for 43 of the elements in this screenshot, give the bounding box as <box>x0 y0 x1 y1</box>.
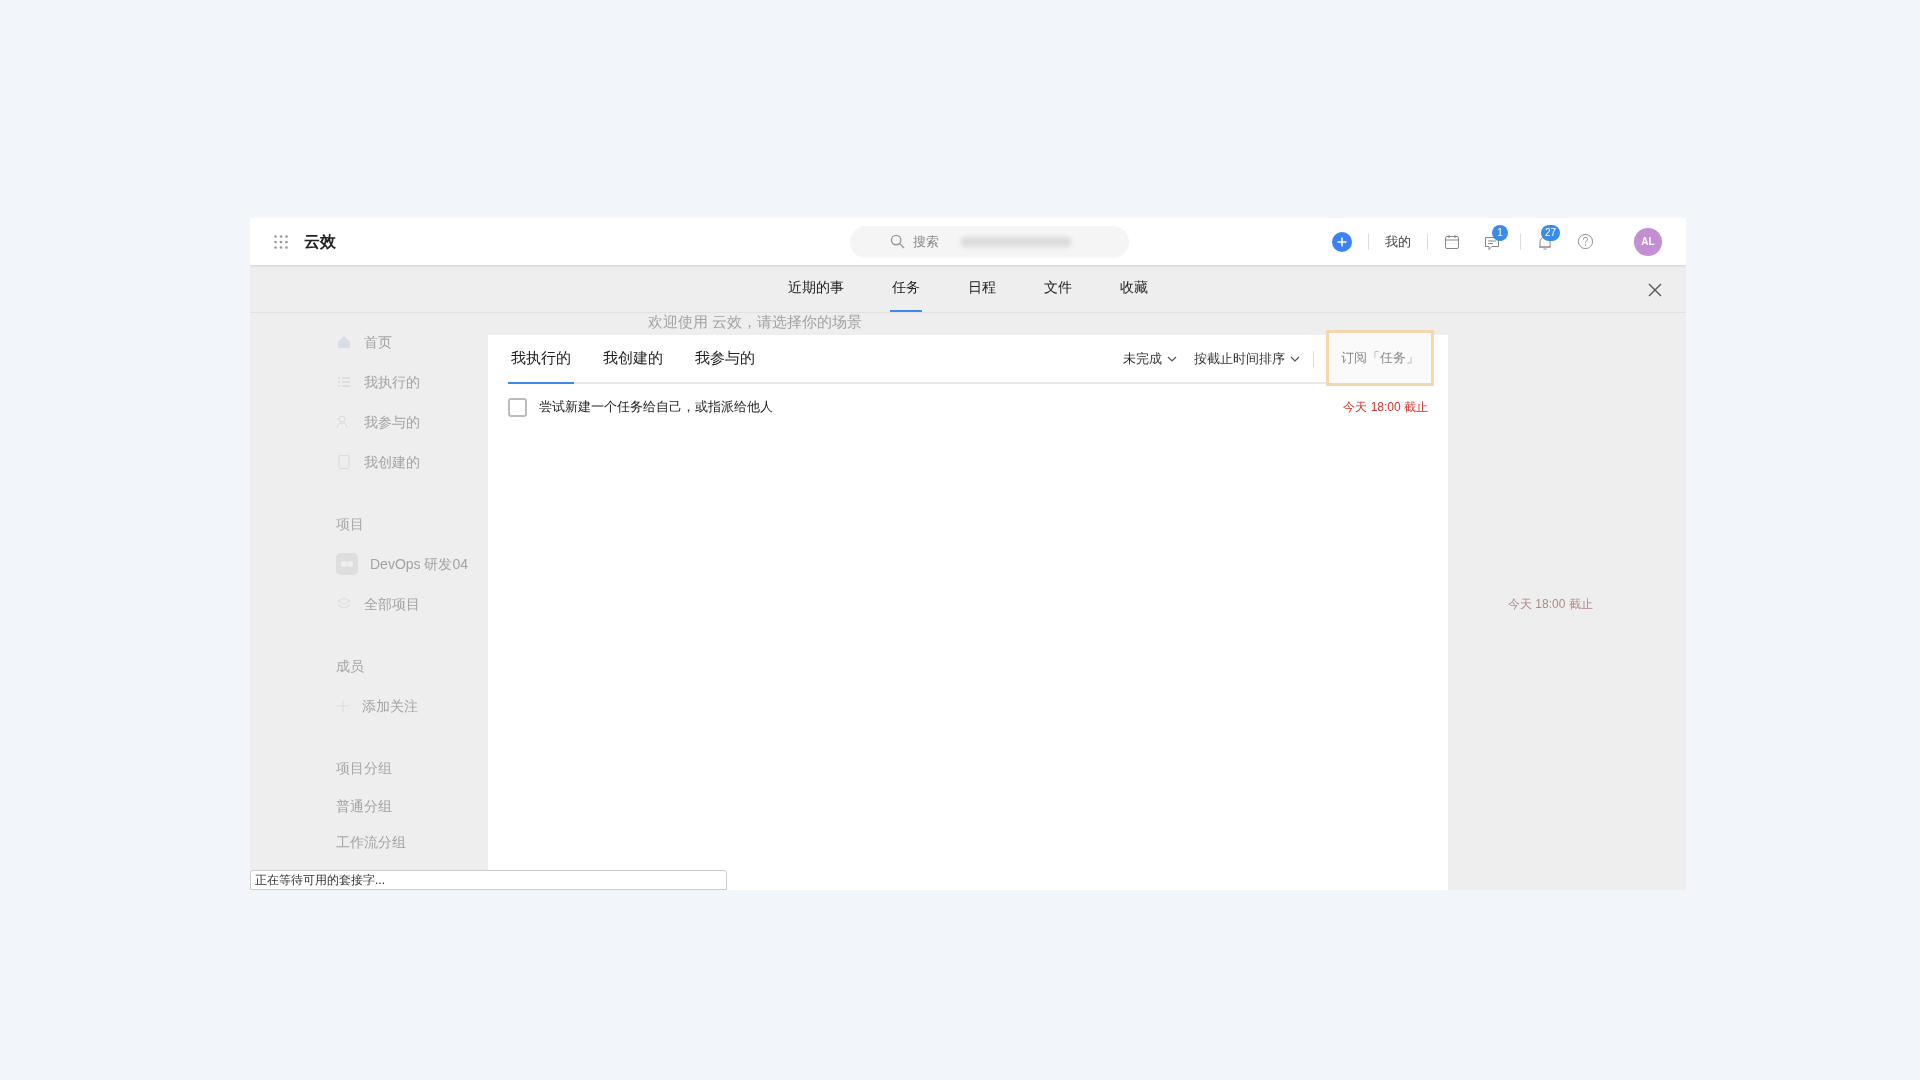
sidebar-heading: 项目 <box>336 514 365 534</box>
sidebar-item: 普通分组 <box>336 796 393 816</box>
my-link[interactable]: 我的 <box>1385 231 1411 252</box>
app-grid-icon[interactable] <box>274 234 288 249</box>
status-filter[interactable]: 未完成 <box>1123 348 1178 369</box>
search-input[interactable]: 搜索 <box>913 231 953 252</box>
task-checkbox[interactable] <box>508 397 527 417</box>
nav-tab[interactable]: 近期的事 <box>786 265 846 312</box>
panel-tab[interactable]: 我创建的 <box>600 335 666 384</box>
sidebar-item: 我参与的 <box>364 412 420 432</box>
subscribe-button[interactable]: 订阅「任务」 <box>1326 329 1434 386</box>
close-icon[interactable] <box>1648 283 1662 297</box>
sidebar-heading: 项目分组 <box>336 758 393 778</box>
panel-tab[interactable]: 我参与的 <box>692 335 758 384</box>
app-logo[interactable]: 云效 <box>304 229 336 254</box>
nav-tab[interactable]: 日程 <box>966 265 998 312</box>
nav-tab[interactable]: 任务 <box>890 265 922 312</box>
status-bar: 正在等待可用的套接字... <box>250 870 727 890</box>
search-field[interactable]: 搜索 <box>850 225 1129 258</box>
home-icon <box>336 334 352 350</box>
sort-dropdown[interactable]: 按截止时间排序 <box>1194 348 1301 369</box>
panel-tab[interactable]: 我执行的 <box>508 335 574 384</box>
message-icon[interactable] <box>1484 234 1500 251</box>
sidebar-item: 首页 <box>364 332 392 352</box>
calendar-icon[interactable] <box>1444 233 1460 250</box>
search-icon <box>890 234 905 249</box>
notification-badge: 27 <box>1541 224 1561 241</box>
task-title[interactable]: 尝试新建一个任务给自己，或指派给他人 <box>539 397 773 417</box>
sidebar-item: 全部项目 <box>364 594 420 614</box>
sidebar-item: 我执行的 <box>364 372 420 392</box>
welcome-text: 欢迎使用 云效，请选择你的场景 <box>647 313 864 332</box>
sidebar-item: 我创建的 <box>364 452 420 472</box>
deadline-text: 今天 18:00 截止 <box>1508 596 1593 613</box>
add-icon[interactable] <box>1332 231 1352 252</box>
sidebar-item: 工作流分组 <box>336 832 407 852</box>
sidebar-heading: 成员 <box>336 656 365 676</box>
task-deadline: 今天 18:00 截止 <box>1343 399 1428 416</box>
nav-tab[interactable]: 文件 <box>1042 265 1074 312</box>
sidebar-item: DevOps 研发04 <box>370 554 469 574</box>
sidebar-item: 添加关注 <box>362 696 418 716</box>
nav-tab[interactable]: 收藏 <box>1118 265 1150 312</box>
unread-badge: 1 <box>1492 224 1508 241</box>
help-icon[interactable] <box>1577 233 1594 250</box>
